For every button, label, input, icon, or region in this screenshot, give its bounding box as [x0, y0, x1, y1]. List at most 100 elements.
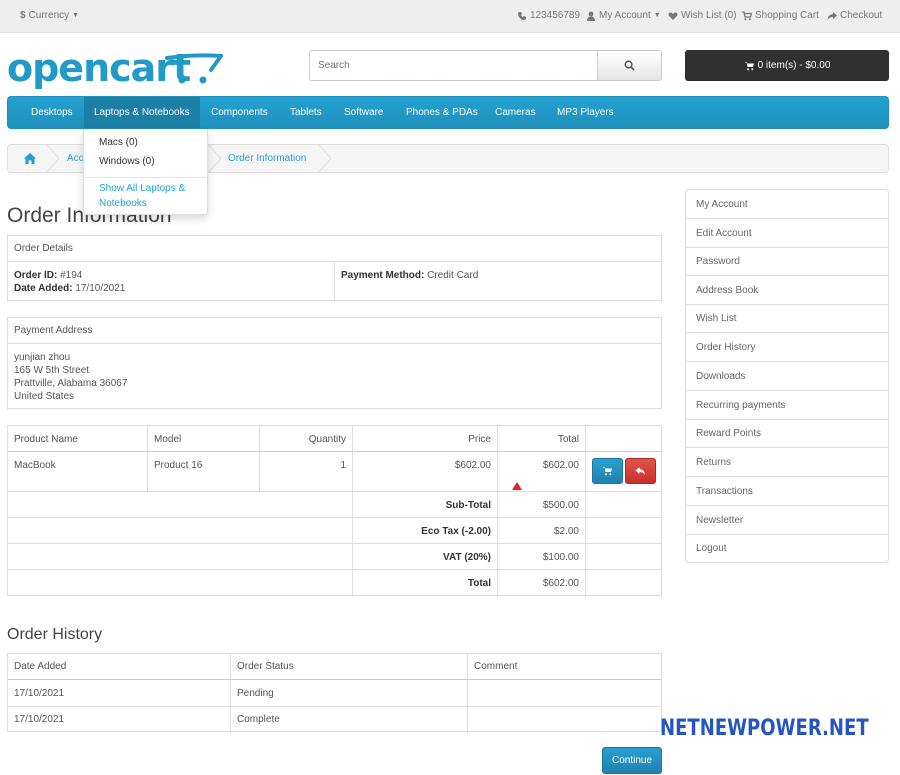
menu-item-components[interactable]: Components: [211, 97, 268, 128]
sidebar-item-logout[interactable]: Logout: [686, 534, 888, 563]
product-name: MacBook: [14, 460, 56, 471]
row-divider: [8, 517, 661, 518]
pointer-arrow-icon: [512, 482, 522, 490]
breadcrumb-separator: [208, 144, 222, 173]
order-history-table: Date Added Order Status Comment 17/10/20…: [7, 653, 662, 733]
total-value: $602.00: [542, 578, 579, 589]
column-divider: [497, 426, 498, 597]
checkout-link[interactable]: Checkout: [827, 10, 882, 21]
currency-dropdown[interactable]: $ Currency ▼: [20, 10, 79, 21]
search-button[interactable]: [597, 50, 662, 81]
row-divider: [8, 706, 661, 707]
cart-icon: [742, 10, 752, 20]
product-model: Product 16: [154, 460, 203, 471]
menu-item-phones-pdas[interactable]: Phones & PDAs: [406, 97, 478, 128]
laptops-dropdown-menu: Macs (0) Windows (0) Show All Laptops & …: [83, 129, 208, 215]
row-divider: [8, 491, 661, 492]
column-header-price: Price: [468, 434, 491, 445]
dropdown-item-windows[interactable]: Windows (0): [99, 156, 155, 167]
subtotal-value: $500.00: [542, 500, 579, 511]
sidebar-item-transactions[interactable]: Transactions: [686, 477, 888, 506]
menu-item-laptops-notebooks[interactable]: Laptops & Notebooks: [84, 97, 200, 128]
table-header-divider: [8, 679, 661, 680]
order-id-label: Order ID:: [14, 270, 58, 281]
column-divider: [467, 654, 468, 733]
date-added-line: Date Added: 17/10/2021: [14, 283, 125, 294]
breadcrumb-account[interactable]: Acc: [67, 153, 84, 164]
search-icon: [624, 60, 635, 71]
wish-list-link[interactable]: Wish List (0): [668, 10, 737, 21]
sidebar-item-newsletter[interactable]: Newsletter: [686, 506, 888, 535]
menu-item-desktops[interactable]: Desktops: [31, 97, 73, 128]
account-sidebar: My Account Edit Account Password Address…: [685, 189, 889, 563]
phone-number: 123456789: [530, 10, 581, 21]
dollar-icon: $: [20, 10, 26, 21]
sidebar-item-reward-points[interactable]: Reward Points: [686, 419, 888, 448]
reorder-button[interactable]: [592, 458, 623, 484]
table-header-divider: [8, 451, 661, 452]
wish-list-label: Wish List (0): [681, 10, 737, 21]
user-icon: [587, 11, 595, 21]
payment-method-value: Credit Card: [427, 270, 479, 281]
vat-value: $100.00: [542, 552, 579, 563]
dropdown-item-macs[interactable]: Macs (0): [99, 137, 138, 148]
show-all-laptops-link[interactable]: Show All Laptops & Notebooks: [99, 181, 199, 211]
address-line: United States: [14, 391, 75, 402]
cart-button[interactable]: 0 item(s) - $0.00: [685, 50, 889, 81]
total-label: Total: [467, 578, 491, 589]
history-date: 17/10/2021: [14, 714, 65, 725]
share-icon: [827, 11, 837, 20]
search-input[interactable]: [309, 50, 597, 81]
breadcrumb-order-information[interactable]: Order Information: [228, 153, 306, 164]
caret-down-icon: ▼: [72, 12, 80, 19]
column-header-total: Total: [557, 434, 579, 445]
menu-item-software[interactable]: Software: [344, 97, 383, 128]
phone-icon: [518, 11, 526, 20]
shopping-cart-label: Shopping Cart: [755, 10, 819, 21]
order-id-value: #194: [60, 270, 83, 281]
product-quantity: 1: [340, 460, 346, 471]
sidebar-item-edit-account[interactable]: Edit Account: [686, 219, 888, 248]
column-header-model: Model: [154, 434, 182, 445]
breadcrumb-separator: [46, 144, 60, 173]
menu-item-cameras[interactable]: Cameras: [495, 97, 536, 128]
sidebar-item-address-book[interactable]: Address Book: [686, 276, 888, 305]
column-header-order-status: Order Status: [237, 661, 294, 672]
sidebar-item-password[interactable]: Password: [686, 247, 888, 276]
history-date: 17/10/2021: [14, 688, 65, 699]
shopping-cart-link[interactable]: Shopping Cart: [742, 10, 819, 21]
home-icon[interactable]: [24, 153, 36, 164]
return-button[interactable]: [625, 458, 656, 484]
phone-link[interactable]: 123456789: [517, 10, 580, 21]
column-divider: [334, 262, 335, 302]
sidebar-item-order-history[interactable]: Order History: [686, 333, 888, 362]
column-header-quantity: Quantity: [308, 434, 346, 445]
sidebar-item-returns[interactable]: Returns: [686, 448, 888, 477]
order-history-title: Order History: [7, 626, 103, 643]
vat-label: VAT (20%): [443, 552, 491, 563]
my-account-dropdown[interactable]: My Account ▼: [586, 10, 661, 21]
caret-down-icon: ▼: [653, 12, 661, 19]
sidebar-item-my-account[interactable]: My Account: [686, 190, 888, 219]
date-added-label: Date Added:: [14, 283, 73, 294]
products-table: Product Name Model Quantity Price Total …: [7, 425, 662, 597]
continue-button[interactable]: Continue: [602, 747, 662, 774]
column-header-date-added: Date Added: [14, 661, 67, 672]
menu-item-tablets[interactable]: Tablets: [290, 97, 322, 128]
sidebar-item-downloads[interactable]: Downloads: [686, 362, 888, 391]
payment-method-label: Payment Method:: [341, 270, 425, 281]
reply-icon: [635, 467, 645, 475]
eco-tax-value: $2.00: [553, 526, 579, 537]
sidebar-item-wish-list[interactable]: Wish List: [686, 304, 888, 333]
my-account-label: My Account: [599, 10, 651, 21]
sidebar-item-recurring-payments[interactable]: Recurring payments: [686, 391, 888, 420]
payment-address-panel: Payment Address yunjian zhou 165 W 5th S…: [7, 317, 662, 409]
date-added-value: 17/10/2021: [75, 283, 126, 294]
currency-label: Currency: [28, 10, 70, 21]
site-logo[interactable]: opencart: [7, 46, 223, 90]
row-divider: [8, 543, 661, 544]
menu-item-mp3-players[interactable]: MP3 Players: [557, 97, 614, 128]
watermark: NETNEWPOWER.NET: [660, 716, 869, 741]
address-line: 165 W 5th Street: [14, 365, 90, 376]
order-id-line: Order ID: #194: [14, 270, 82, 281]
